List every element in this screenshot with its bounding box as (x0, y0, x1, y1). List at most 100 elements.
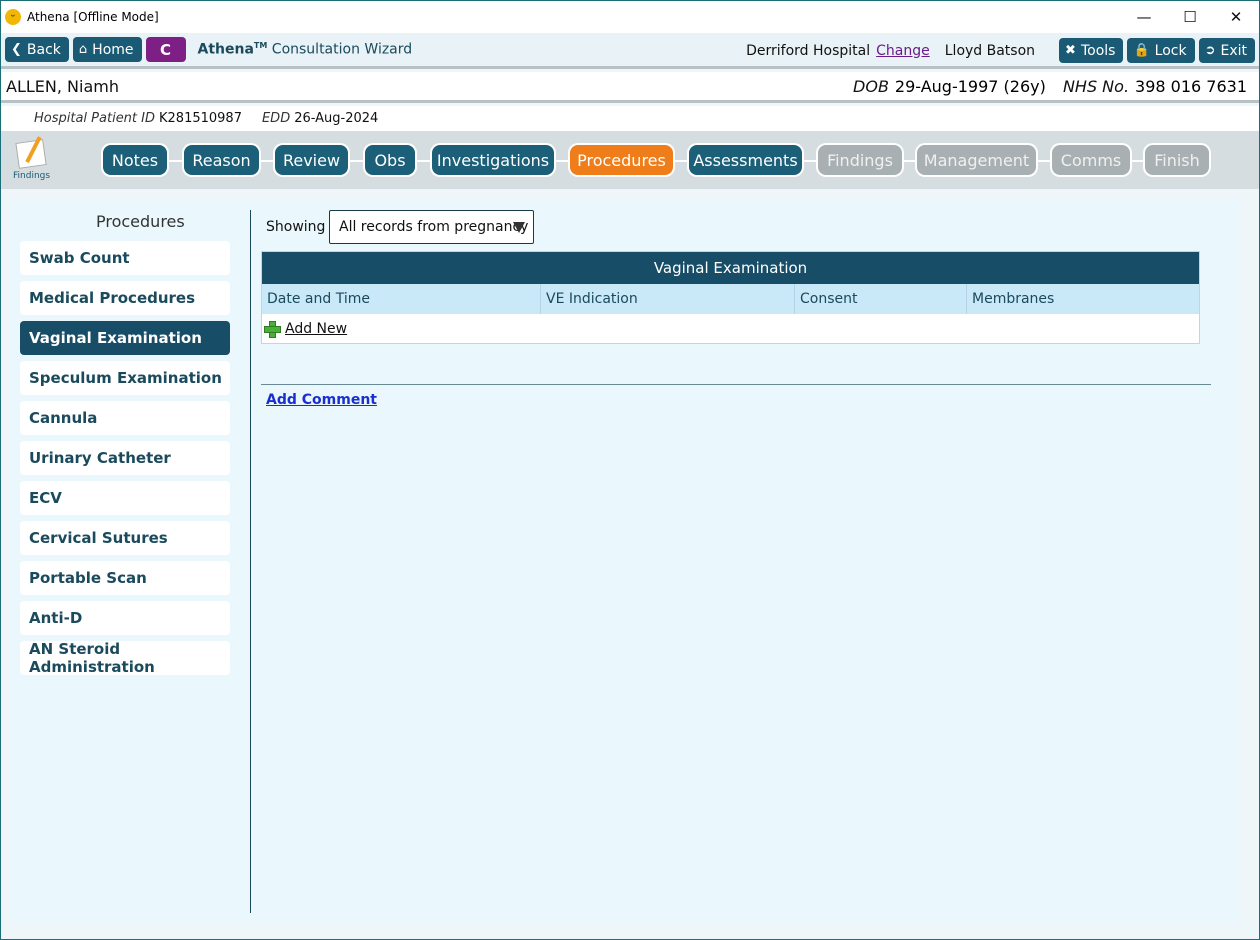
hospital-name: Derriford Hospital (746, 42, 871, 59)
exit-label: Exit (1220, 42, 1247, 59)
wizard-steps: Findings Notes Reason Review Obs Investi… (1, 131, 1259, 189)
home-icon: ⌂ (78, 42, 88, 57)
window-controls: — ☐ ✕ (1121, 1, 1259, 33)
tools-button[interactable]: ✖ Tools (1059, 38, 1124, 63)
add-new-link[interactable]: Add New (285, 321, 347, 337)
sidebar-item-an-steroid-administration[interactable]: AN Steroid Administration (20, 640, 230, 676)
dob-value: 29-Aug-1997 (26y) (894, 76, 1046, 96)
home-button[interactable]: ⌂ Home (72, 37, 142, 62)
patient-sub-banner: Hospital Patient ID K281510987 EDD 26-Au… (1, 106, 1259, 131)
lock-button[interactable]: 🔒 Lock (1127, 38, 1195, 63)
add-new-row: Add New (262, 314, 1199, 343)
lock-label: Lock (1154, 42, 1187, 59)
nhs-value: 398 016 7631 (1135, 76, 1247, 96)
sidebar-item-vaginal-examination[interactable]: Vaginal Examination (20, 321, 230, 355)
step-label: Obs (365, 145, 415, 175)
exit-icon: ➲ (1204, 43, 1216, 58)
column-header-membranes[interactable]: Membranes (967, 284, 1199, 314)
step-label: Procedures (570, 145, 673, 175)
close-icon[interactable]: ✕ (1213, 1, 1259, 33)
step-review[interactable]: Review (273, 143, 350, 177)
sidebar-item-medical-procedures[interactable]: Medical Procedures (20, 281, 230, 315)
step-investigations[interactable]: Investigations (430, 143, 556, 177)
sidebar-item-ecv[interactable]: ECV (20, 481, 230, 515)
vaginal-examination-table: Vaginal Examination Date and Time VE Ind… (261, 251, 1200, 344)
c-button[interactable]: C (145, 37, 186, 62)
patient-identifiers: DOB 29-Aug-1997 (26y) NHS No. 398 016 7631 (853, 77, 1247, 96)
sidebar-item-urinary-catheter[interactable]: Urinary Catheter (20, 441, 230, 475)
back-button[interactable]: ❮ Back (5, 37, 69, 62)
edd-label: EDD (261, 111, 291, 126)
app-window: ᵕ Athena [Offline Mode] — ☐ ✕ ❮ Back ⌂ H… (0, 0, 1260, 940)
findings-shortcut[interactable]: Findings (13, 139, 51, 185)
column-header-date-time[interactable]: Date and Time (262, 284, 541, 314)
procedures-sidebar: Swab Count Medical Procedures Vaginal Ex… (20, 241, 230, 681)
step-findings[interactable]: Findings (816, 143, 904, 177)
sidebar-item-cervical-sutures[interactable]: Cervical Sutures (20, 521, 230, 555)
back-label: Back (26, 41, 61, 58)
sidebar-title: Procedures (96, 212, 185, 231)
change-hospital-link[interactable]: Change (876, 43, 930, 59)
step-label: Comms (1052, 145, 1130, 175)
step-label: Investigations (432, 145, 554, 175)
hospital-id-label: Hospital Patient ID (34, 111, 155, 126)
patient-name: ALLEN, Niamh (6, 76, 119, 96)
sidebar-divider (250, 210, 251, 913)
sidebar-item-portable-scan[interactable]: Portable Scan (20, 561, 230, 595)
app-brand: AthenaTM Consultation Wizard (198, 41, 413, 58)
plus-icon (264, 321, 281, 338)
add-comment-link[interactable]: Add Comment (266, 392, 377, 408)
sidebar-item-anti-d[interactable]: Anti-D (20, 601, 230, 635)
findings-shortcut-label: Findings (13, 171, 51, 181)
toolbar-right: Derriford Hospital Change Lloyd Batson ✖… (746, 38, 1255, 63)
step-notes[interactable]: Notes (101, 143, 169, 177)
records-filter-value: All records from pregnancy (339, 219, 529, 235)
brand-tm: TM (253, 41, 268, 51)
main-toolbar: ❮ Back ⌂ Home C AthenaTM Consultation Wi… (1, 33, 1259, 69)
step-assessments[interactable]: Assessments (687, 143, 804, 177)
sidebar-item-swab-count[interactable]: Swab Count (20, 241, 230, 275)
title-bar: ᵕ Athena [Offline Mode] — ☐ ✕ (1, 1, 1259, 33)
step-management[interactable]: Management (915, 143, 1038, 177)
step-label: Management (917, 145, 1036, 175)
section-divider (261, 384, 1211, 385)
showing-label: Showing (266, 219, 326, 235)
current-user: Lloyd Batson (944, 42, 1036, 59)
step-finish[interactable]: Finish (1143, 143, 1211, 177)
table-header-row: Date and Time VE Indication Consent Memb… (262, 284, 1199, 314)
tools-label: Tools (1080, 42, 1116, 59)
dropdown-arrow-icon (513, 222, 525, 233)
step-procedures[interactable]: Procedures (568, 143, 675, 177)
step-comms[interactable]: Comms (1050, 143, 1132, 177)
minimize-icon[interactable]: — (1121, 1, 1167, 33)
maximize-icon[interactable]: ☐ (1167, 1, 1213, 33)
column-header-consent[interactable]: Consent (795, 284, 967, 314)
table-title: Vaginal Examination (262, 252, 1199, 284)
step-label: Findings (818, 145, 902, 175)
dob-label: DOB (853, 76, 889, 96)
tools-icon: ✖ (1065, 43, 1076, 58)
lock-icon: 🔒 (1133, 43, 1150, 58)
column-header-ve-indication[interactable]: VE Indication (541, 284, 795, 314)
step-label: Finish (1145, 145, 1209, 175)
brand-subtitle: Consultation Wizard (271, 41, 413, 58)
notepad-pencil-icon (15, 139, 47, 169)
sidebar-item-cannula[interactable]: Cannula (20, 401, 230, 435)
hospital-id-value: K281510987 (159, 111, 242, 126)
brand-name: Athena (197, 41, 254, 58)
home-label: Home (92, 41, 134, 58)
step-label: Review (275, 145, 348, 175)
exit-button[interactable]: ➲ Exit (1198, 38, 1255, 63)
nhs-label: NHS No. (1062, 76, 1130, 96)
step-label: Notes (103, 145, 167, 175)
records-filter-select[interactable]: All records from pregnancy (329, 210, 534, 244)
chevron-left-icon: ❮ (11, 42, 22, 57)
athena-app-icon: ᵕ (5, 9, 21, 25)
step-obs[interactable]: Obs (363, 143, 417, 177)
window-title: Athena [Offline Mode] (27, 10, 159, 24)
main-content: Procedures Swab Count Medical Procedures… (10, 199, 1240, 923)
sidebar-item-speculum-examination[interactable]: Speculum Examination (20, 361, 230, 395)
step-reason[interactable]: Reason (182, 143, 261, 177)
step-label: Assessments (689, 145, 802, 175)
edd-value: 26-Aug-2024 (294, 111, 379, 126)
